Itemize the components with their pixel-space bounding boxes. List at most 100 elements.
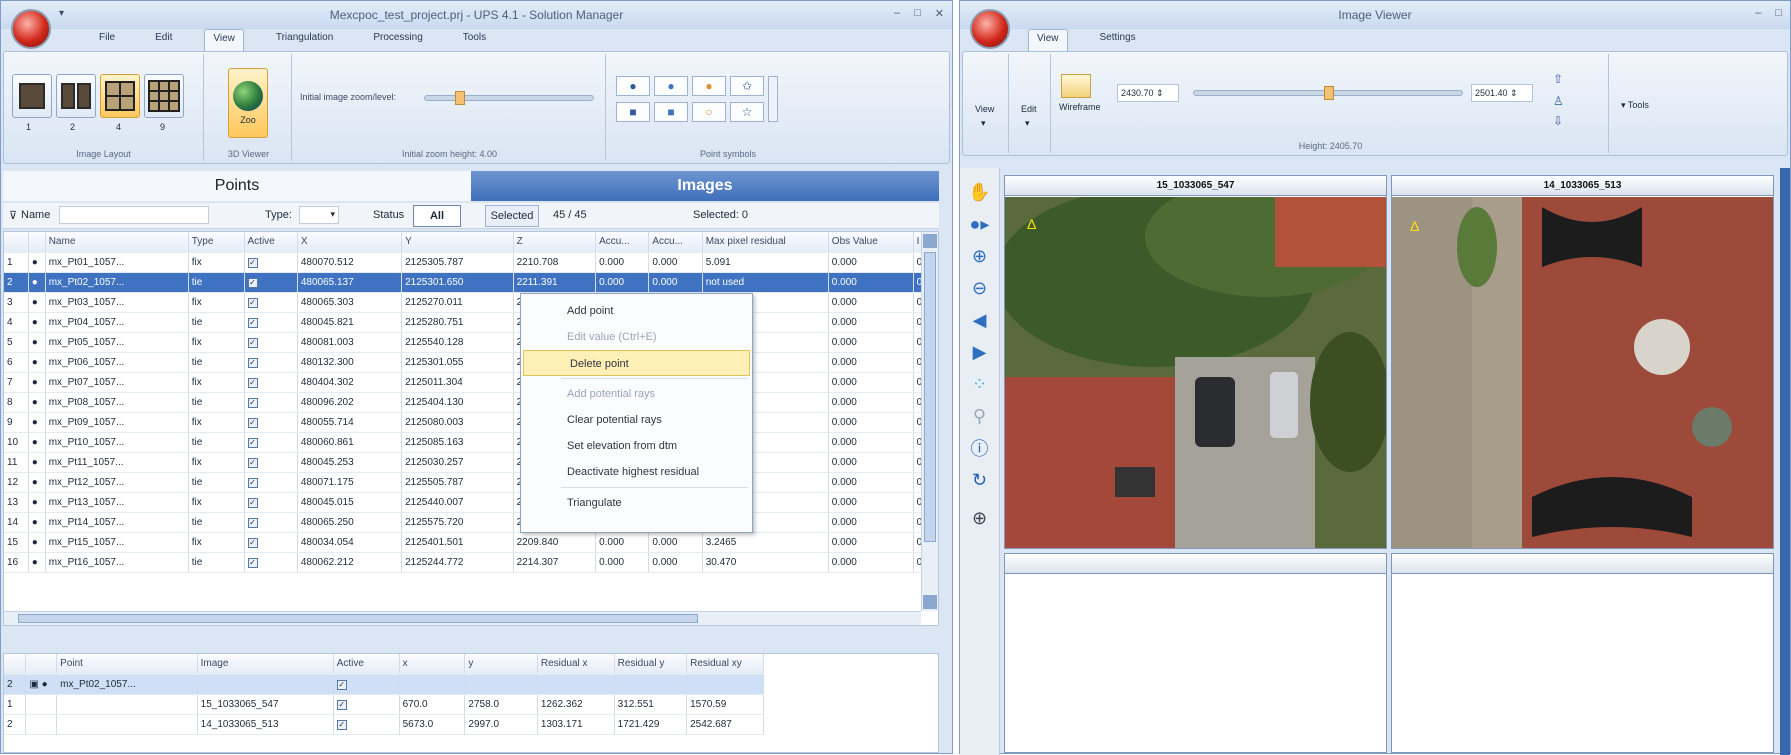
active-checkbox[interactable]: ✓ <box>247 317 258 328</box>
name-filter-input[interactable] <box>59 206 209 224</box>
symbol-blue-square[interactable]: ■ <box>654 102 688 122</box>
scroll-up-arrow[interactable] <box>923 234 937 248</box>
points-column-header[interactable]: Z <box>513 232 597 253</box>
rays-icon[interactable]: ⚲ <box>960 400 999 432</box>
points-column-header[interactable]: Active <box>244 232 298 253</box>
context-menu-item[interactable]: Delete point <box>523 350 750 376</box>
observations-table-row[interactable]: 1 15_1033065_547 ✓ 670.0 2758.0 1262.362 312.5… <box>4 694 764 715</box>
active-checkbox[interactable]: ✓ <box>247 437 258 448</box>
terrain-button[interactable]: Zoo <box>228 68 268 138</box>
image-pane-3[interactable] <box>1004 553 1387 753</box>
tab-processing[interactable]: Processing <box>365 29 430 51</box>
symbol-outline-2[interactable]: ☆ <box>730 102 764 122</box>
type-select[interactable]: ▾ <box>299 206 339 224</box>
points-horizontal-scrollbar[interactable] <box>4 611 921 625</box>
zoom-slider-knob[interactable] <box>455 91 465 105</box>
points-column-header[interactable]: Name <box>45 232 189 253</box>
points-table-row[interactable]: 11 ● mx_Pt11_1057... fix ✓ 480045.253 2125030.… <box>4 452 938 473</box>
zoom-slider[interactable] <box>424 91 594 105</box>
layout-4-button[interactable] <box>100 74 140 118</box>
context-menu-item[interactable]: Add potential rays <box>521 381 752 407</box>
viewer-application-menu-button[interactable] <box>970 9 1010 49</box>
context-menu-item[interactable]: Add point <box>521 298 752 324</box>
refresh-icon[interactable]: ↻ <box>960 464 999 496</box>
active-checkbox[interactable]: ✓ <box>336 719 347 730</box>
tab-edit[interactable]: Edit <box>147 29 180 51</box>
points-header[interactable]: Points <box>3 171 471 201</box>
points-column-header[interactable]: Type <box>188 232 245 253</box>
active-checkbox[interactable]: ✓ <box>247 517 258 528</box>
points-table-row[interactable]: 10 ● mx_Pt10_1057... tie ✓ 480060.861 2125085.… <box>4 432 938 453</box>
points-column-header[interactable]: Obs Value <box>828 232 914 253</box>
points-table-row[interactable]: 5 ● mx_Pt05_1057... fix ✓ 480081.003 2125540.1… <box>4 332 938 353</box>
points-table-row[interactable]: 4 ● mx_Pt04_1057... tie ✓ 480045.821 2125280.7… <box>4 312 938 333</box>
viewer-tab-settings[interactable]: Settings <box>1092 29 1144 51</box>
height-person-icon[interactable]: ♙ <box>1553 94 1564 108</box>
tab-tools[interactable]: Tools <box>455 29 494 51</box>
symbol-blue-ball[interactable]: ● <box>654 76 688 96</box>
observations-column-header[interactable]: Residual xy <box>686 654 764 675</box>
active-checkbox[interactable]: ✓ <box>247 337 258 348</box>
tab-file[interactable]: File <box>91 29 123 51</box>
context-menu-item[interactable]: Deactivate highest residual <box>521 459 752 485</box>
points-column-header[interactable] <box>4 232 29 253</box>
observations-table-row[interactable]: 2 ▣ ● mx_Pt02_1057... ✓ <box>4 674 764 695</box>
active-checkbox[interactable]: ✓ <box>247 357 258 368</box>
minimize-button[interactable]: – <box>894 7 900 20</box>
scroll-thumb[interactable] <box>924 252 936 542</box>
active-checkbox[interactable]: ✓ <box>247 497 258 508</box>
active-checkbox[interactable]: ✓ <box>247 277 258 288</box>
wireframe-icon[interactable] <box>1061 74 1091 98</box>
maximize-button[interactable]: □ <box>914 7 921 20</box>
zoom-in-icon[interactable]: ⊕ <box>960 240 999 272</box>
active-checkbox[interactable]: ✓ <box>336 699 347 710</box>
height-max-input[interactable]: 2501.40 ⇕ <box>1471 84 1533 102</box>
active-checkbox[interactable]: ✓ <box>336 679 347 690</box>
observations-column-header[interactable]: Active <box>333 654 400 675</box>
arrow-right-icon[interactable]: ▶ <box>960 336 999 368</box>
image-pane-2[interactable]: 14_1033065_513 Δ <box>1391 175 1774 549</box>
active-checkbox[interactable]: ✓ <box>247 477 258 488</box>
status-selected-button[interactable]: Selected <box>485 205 539 227</box>
viewer-minimize-button[interactable]: – <box>1755 7 1761 19</box>
points-table-row[interactable]: 2 ● mx_Pt02_1057... tie ✓ 480065.137 2125301.6… <box>4 272 938 293</box>
crosshair-icon[interactable]: ⊕ <box>960 502 999 534</box>
observations-column-header[interactable]: Point <box>56 654 198 675</box>
height-slider-knob[interactable] <box>1324 86 1334 100</box>
symbol-orange-square[interactable]: ○ <box>692 102 726 122</box>
hand-icon[interactable]: ✋ <box>960 176 999 208</box>
images-header[interactable]: Images <box>471 171 939 201</box>
observations-table-row[interactable]: 2 14_1033065_513 ✓ 5673.0 2997.0 1303.171 1721… <box>4 714 764 735</box>
points-column-header[interactable]: Accu... <box>648 232 703 253</box>
points-table-row[interactable]: 13 ● mx_Pt13_1057... fix ✓ 480045.015 2125440.… <box>4 492 938 513</box>
points-column-header[interactable]: Max pixel residual <box>702 232 829 253</box>
symbol-outline[interactable]: ✩ <box>730 76 764 96</box>
observations-column-header[interactable]: y <box>464 654 538 675</box>
point-add-icon[interactable]: ●▸ <box>960 208 999 240</box>
points-table-row[interactable]: 8 ● mx_Pt08_1057... tie ✓ 480096.202 2125404.1… <box>4 392 938 413</box>
tie-points-icon[interactable]: ⁘ <box>960 368 999 400</box>
points-table-row[interactable]: 6 ● mx_Pt06_1057... tie ✓ 480132.300 2125301.0… <box>4 352 938 373</box>
active-checkbox[interactable]: ✓ <box>247 557 258 568</box>
points-vertical-scrollbar[interactable] <box>921 232 938 611</box>
image-pane-4[interactable] <box>1391 553 1774 753</box>
points-table-row[interactable]: 16 ● mx_Pt16_1057... tie ✓ 480062.212 2125244.… <box>4 552 938 573</box>
active-checkbox[interactable]: ✓ <box>247 537 258 548</box>
arrow-left-icon[interactable]: ◀ <box>960 304 999 336</box>
observations-column-header[interactable] <box>4 654 27 675</box>
height-min-input[interactable]: 2430.70 ⇕ <box>1117 84 1179 102</box>
edit-menu-button[interactable]: Edit <box>1021 104 1037 114</box>
status-all-button[interactable]: All <box>413 205 461 227</box>
view-menu-button[interactable]: View <box>975 104 994 114</box>
tools-menu-button[interactable]: ▾ Tools <box>1621 100 1649 111</box>
height-slider[interactable] <box>1193 86 1463 100</box>
viewer-maximize-button[interactable]: □ <box>1775 7 1782 19</box>
observations-column-header[interactable] <box>25 654 58 675</box>
symbol-gallery-scroll[interactable] <box>768 76 778 122</box>
tab-triangulation[interactable]: Triangulation <box>268 29 341 51</box>
points-table-row[interactable]: 14 ● mx_Pt14_1057... tie ✓ 480065.250 2125575.… <box>4 512 938 533</box>
layout-1-button[interactable] <box>12 74 52 118</box>
info-icon[interactable]: ⓘ <box>960 432 999 464</box>
points-column-header[interactable]: Accu... <box>595 232 650 253</box>
context-menu-item[interactable]: Triangulate <box>521 490 752 516</box>
